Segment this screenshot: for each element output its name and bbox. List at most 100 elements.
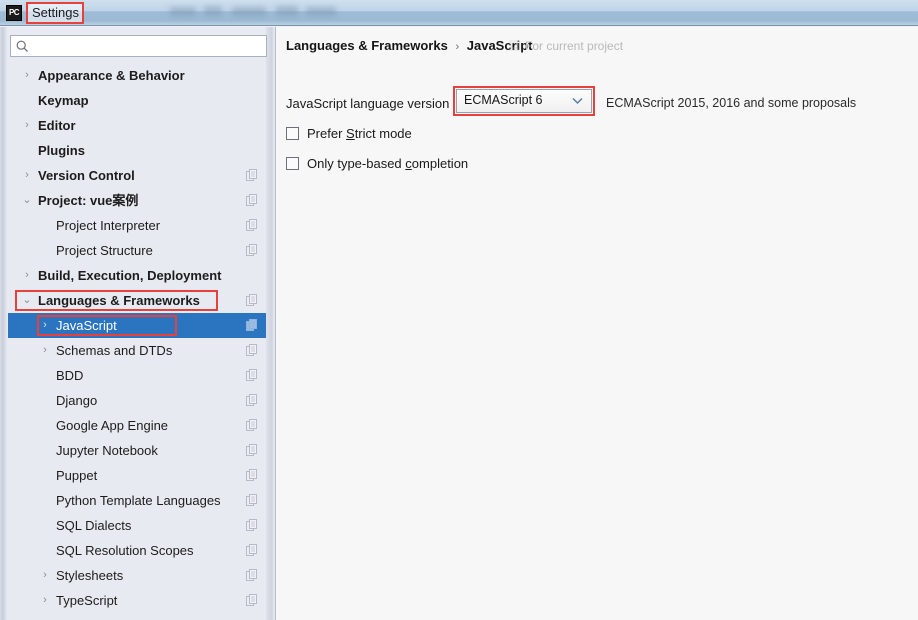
copy-settings-icon[interactable] [246,369,258,382]
sidebar-item-label: Appearance & Behavior [38,68,185,83]
sidebar-item-label: TypeScript [56,593,118,608]
breadcrumb-current: JavaScript [466,38,533,53]
chevron-right-icon[interactable]: › [20,113,34,138]
copy-settings-icon[interactable] [246,194,258,207]
sidebar-item-label: Puppet [56,468,98,483]
breadcrumb: Languages & Frameworks › JavaScript [286,38,533,53]
search-field[interactable] [10,35,267,58]
language-version-label: JavaScript language version [286,96,450,111]
scope-note: For current project [525,39,624,53]
sidebar-item-label: Build, Execution, Deployment [38,268,222,283]
sidebar-item-plugins[interactable]: Plugins [8,138,266,163]
sidebar-item-languages-frameworks[interactable]: ⌄ Languages & Frameworks [8,288,266,313]
sidebar-item-label: JavaScript [56,318,117,333]
sidebar-item-appearance-behavior[interactable]: › Appearance & Behavior [8,63,266,88]
sidebar-left-edge [0,27,8,620]
settings-category-tree[interactable]: › Appearance & Behavior Keymap › Editor Plugi… [8,63,266,619]
title-blur-artifact [204,6,222,16]
sidebar-item-label: Project: vue案例 [38,193,139,208]
window-title: Settings [32,5,79,20]
window-title-bar: PC Settings [0,0,918,26]
copy-settings-icon[interactable] [246,519,258,532]
copy-settings-icon[interactable] [246,469,258,482]
copy-settings-icon[interactable] [246,494,258,507]
sidebar-item-label: SQL Resolution Scopes [56,543,194,558]
sidebar-item-version-control[interactable]: › Version Control [8,163,266,188]
project-scope-icon [509,40,520,51]
breadcrumb-parent[interactable]: Languages & Frameworks [286,38,448,53]
sidebar-item-project-vue[interactable]: ⌄ Project: vue案例 [8,188,266,213]
sidebar-item-typescript[interactable]: › TypeScript [8,588,266,613]
sidebar-item-label: Django [56,393,98,408]
only-type-based-completion-label: Only type-based completion [307,156,469,171]
copy-settings-icon[interactable] [246,319,258,332]
copy-settings-icon[interactable] [246,544,258,557]
sidebar-item-label: Project Structure [56,243,153,258]
sidebar-item-keymap[interactable]: Keymap [8,88,266,113]
sidebar-item-label: Google App Engine [56,418,169,433]
sidebar-item-javascript[interactable]: › JavaScript [8,313,266,338]
sidebar-item-jupyter-notebook[interactable]: Jupyter Notebook [8,438,266,463]
chevron-down-icon[interactable]: ⌄ [20,288,34,313]
copy-settings-icon[interactable] [246,594,258,607]
search-input[interactable] [33,36,267,58]
chevron-right-icon[interactable]: › [38,313,52,338]
sidebar-item-label: Editor [38,118,76,133]
sidebar-item-sql-resolution-scopes[interactable]: SQL Resolution Scopes [8,538,266,563]
copy-settings-icon[interactable] [246,294,258,307]
prefer-strict-mode-checkbox[interactable] [286,127,299,140]
sidebar-item-label: Schemas and DTDs [56,343,173,358]
sidebar-item-label: Project Interpreter [56,218,161,233]
chevron-right-icon[interactable]: › [38,338,52,363]
copy-settings-icon[interactable] [246,394,258,407]
sidebar-item-project-interpreter[interactable]: Project Interpreter [8,213,266,238]
chevron-right-icon[interactable]: › [20,263,34,288]
sidebar-item-label: Python Template Languages [56,493,221,508]
sidebar-item-sql-dialects[interactable]: SQL Dialects [8,513,266,538]
chevron-right-icon[interactable]: › [20,163,34,188]
breadcrumb-separator: › [455,41,460,53]
settings-sidebar: › Appearance & Behavior Keymap › Editor Plugi… [0,27,276,620]
sidebar-item-editor[interactable]: › Editor [8,113,266,138]
sidebar-item-label: Jupyter Notebook [56,443,158,458]
copy-settings-icon[interactable] [246,569,258,582]
settings-window: PC Settings › Appearance & Behavior Keymap… [0,0,918,620]
sidebar-item-stylesheets[interactable]: › Stylesheets [8,563,266,588]
chevron-right-icon[interactable]: › [38,563,52,588]
sidebar-item-project-structure[interactable]: Project Structure [8,238,266,263]
copy-settings-icon[interactable] [246,444,258,457]
chevron-right-icon[interactable]: › [38,588,52,613]
copy-settings-icon[interactable] [246,344,258,357]
copy-settings-icon[interactable] [246,419,258,432]
prefer-strict-mode-label: Prefer Strict mode [307,126,412,141]
search-icon [16,40,29,53]
sidebar-item-label: Version Control [38,168,135,183]
sidebar-item-django[interactable]: Django [8,388,266,413]
chevron-down-icon[interactable]: ⌄ [20,188,34,213]
copy-settings-icon[interactable] [246,219,258,232]
sidebar-item-google-app-engine[interactable]: Google App Engine [8,413,266,438]
title-blur-artifact [232,7,266,16]
copy-settings-icon[interactable] [246,244,258,257]
copy-settings-icon[interactable] [246,169,258,182]
only-type-based-completion-checkbox[interactable] [286,157,299,170]
sidebar-item-puppet[interactable]: Puppet [8,463,266,488]
chevron-right-icon[interactable]: › [20,63,34,88]
settings-main-panel: Languages & Frameworks › JavaScript For … [276,27,918,620]
pycharm-logo-icon: PC [6,5,22,21]
sidebar-item-build-execution-deployment[interactable]: › Build, Execution, Deployment [8,263,266,288]
title-blur-artifact [276,6,298,16]
sidebar-item-schemas-and-dtds[interactable]: › Schemas and DTDs [8,338,266,363]
sidebar-item-python-template-languages[interactable]: Python Template Languages [8,488,266,513]
sidebar-item-bdd[interactable]: BDD [8,363,266,388]
